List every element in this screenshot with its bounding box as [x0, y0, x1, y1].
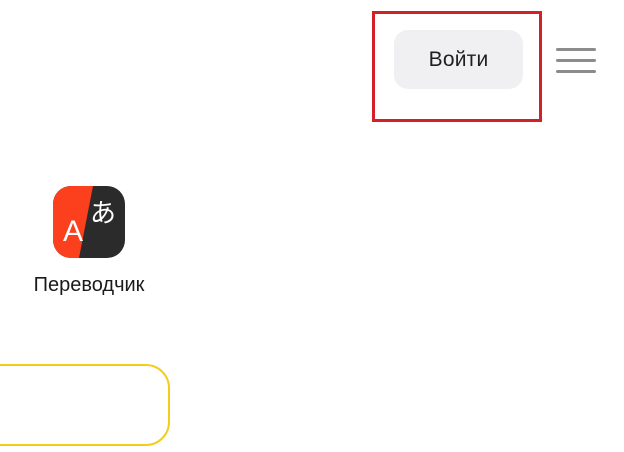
login-button[interactable]: Войти	[394, 30, 523, 89]
translate-icon: A あ	[53, 186, 125, 258]
translate-icon-latin: A	[63, 215, 83, 248]
search-input[interactable]	[0, 364, 170, 446]
menu-line	[556, 69, 596, 73]
service-translator[interactable]: A あ Переводчик	[14, 180, 164, 310]
menu-line	[556, 47, 596, 51]
page: Войти A あ Переводчик	[0, 0, 624, 452]
service-label: Переводчик	[33, 274, 145, 296]
menu-line	[556, 58, 596, 62]
hamburger-menu-icon[interactable]	[552, 38, 600, 82]
translate-icon-cjk: あ	[90, 199, 116, 229]
